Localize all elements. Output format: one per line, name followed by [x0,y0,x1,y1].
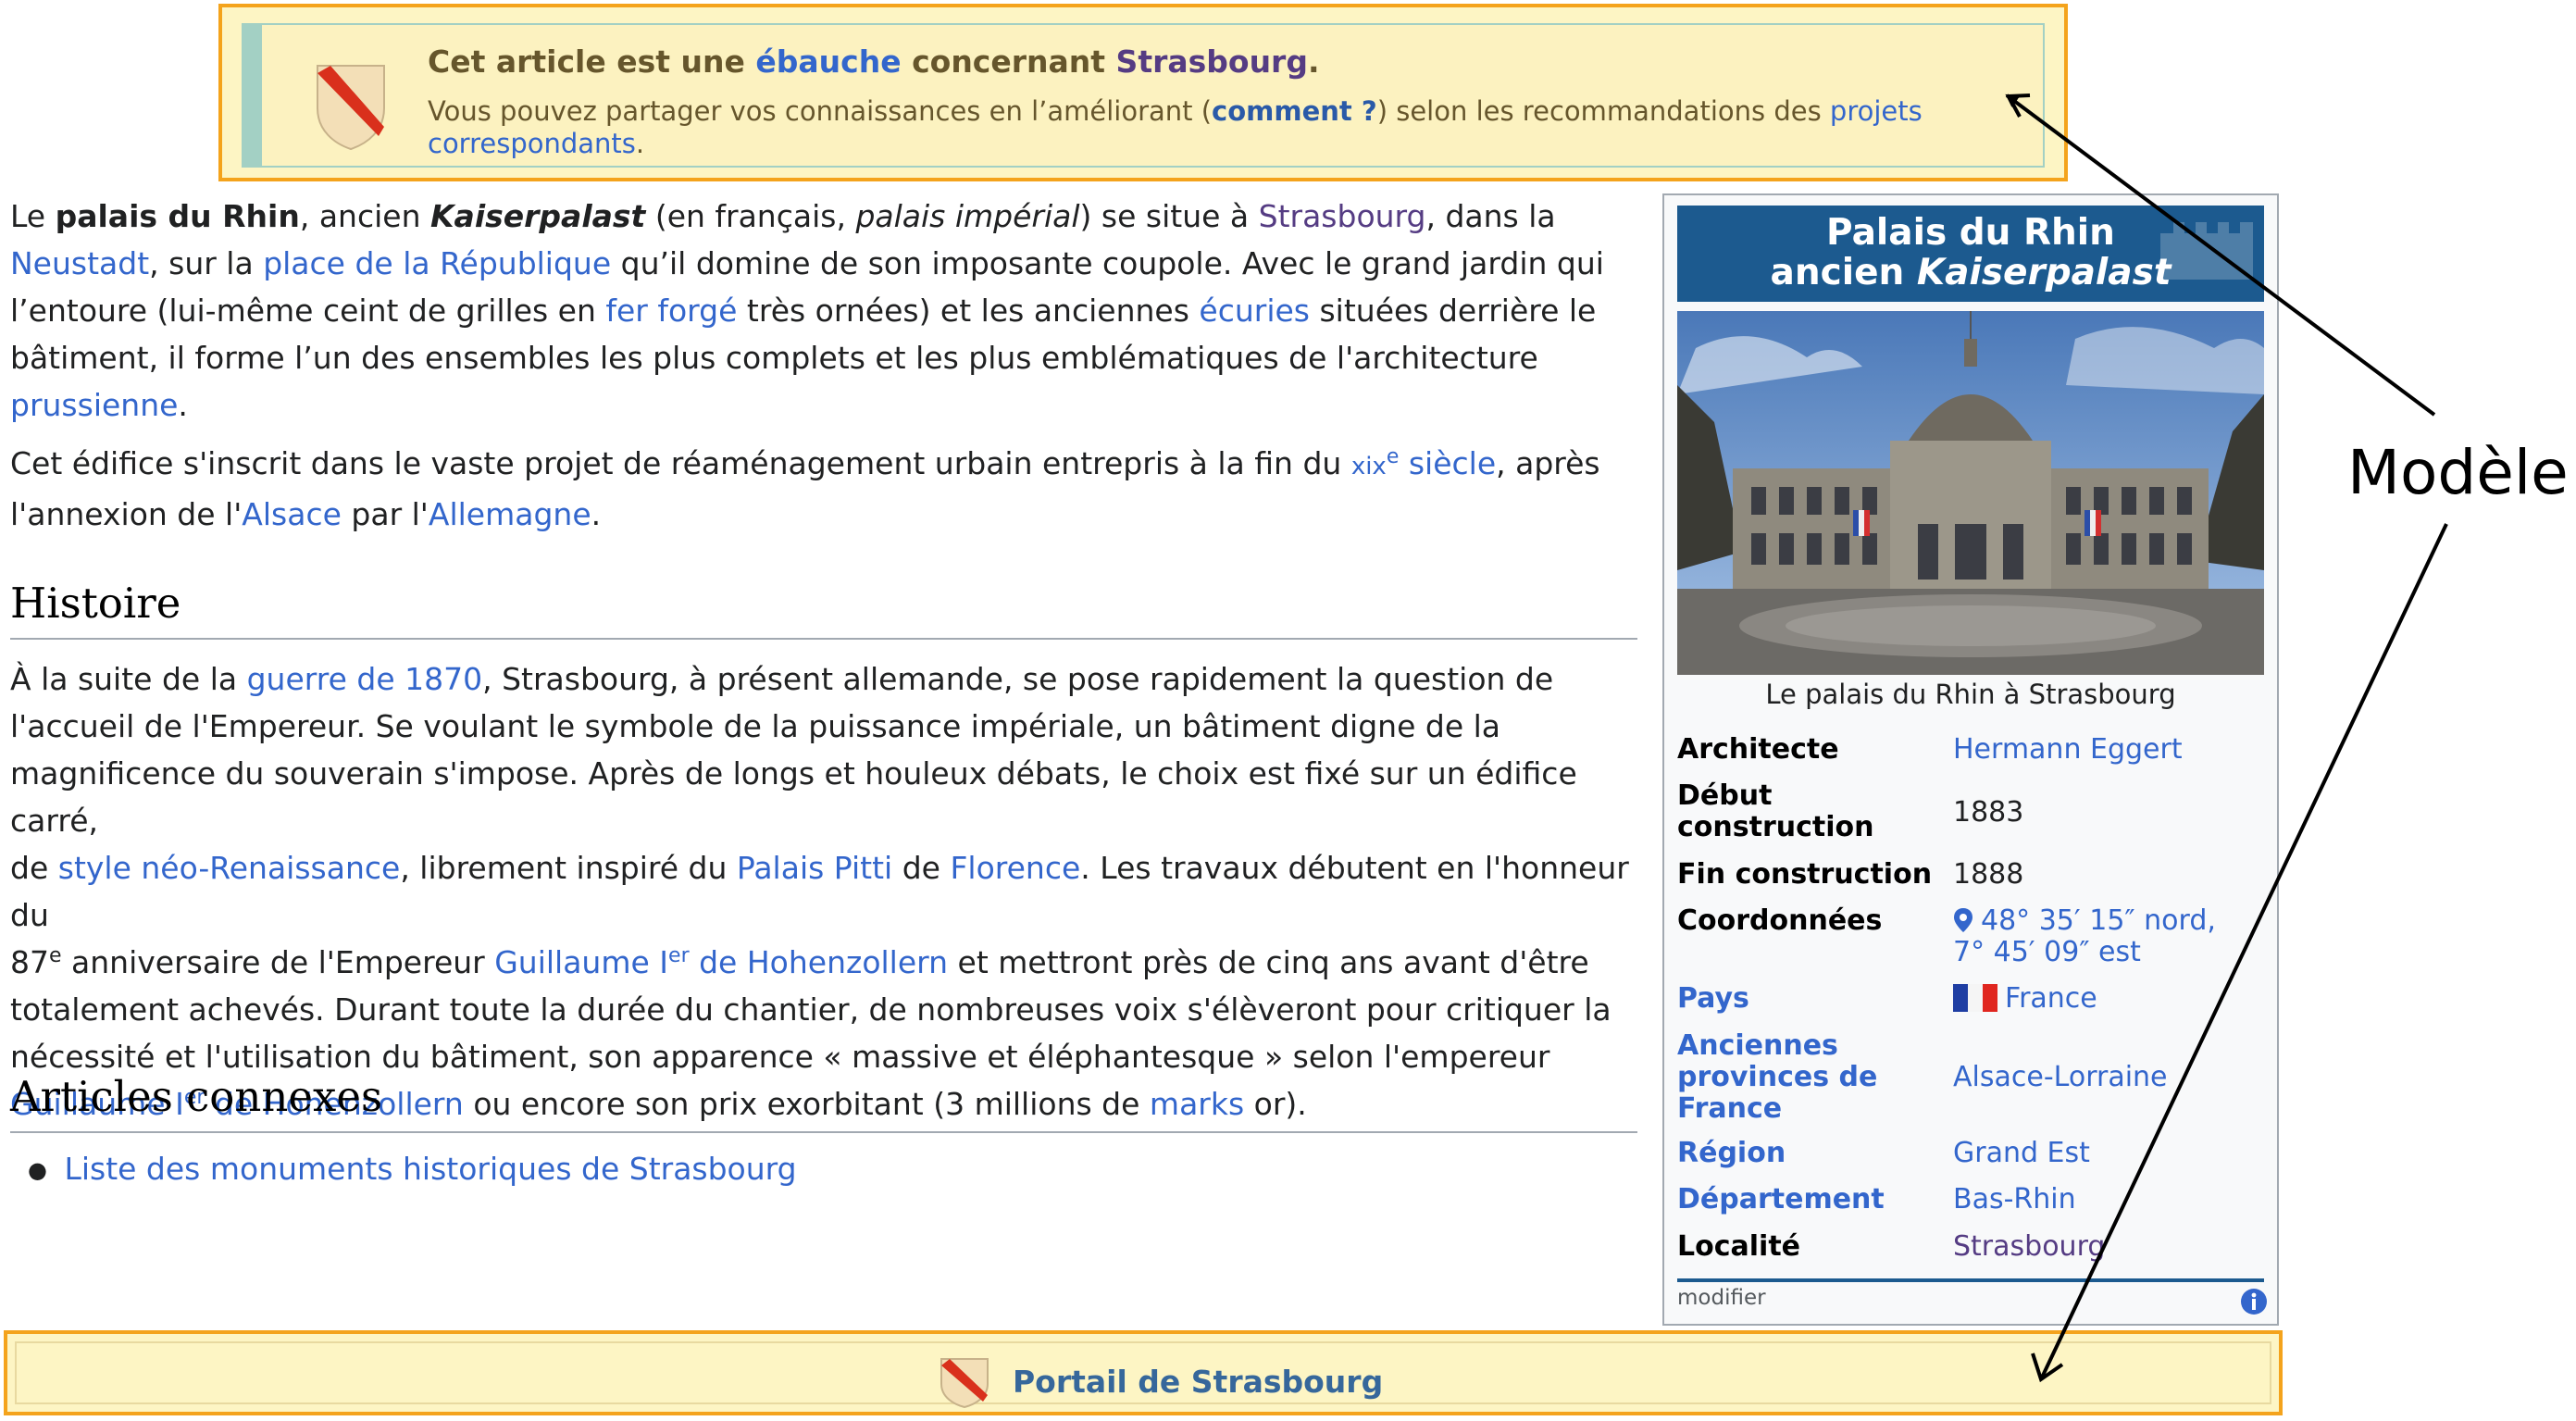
arrow-to-portal [2040,523,2448,1378]
annotation-label: Modèle [2347,437,2569,508]
arrow-to-stub [2005,93,2436,417]
annotation-arrows [2005,93,2448,1383]
